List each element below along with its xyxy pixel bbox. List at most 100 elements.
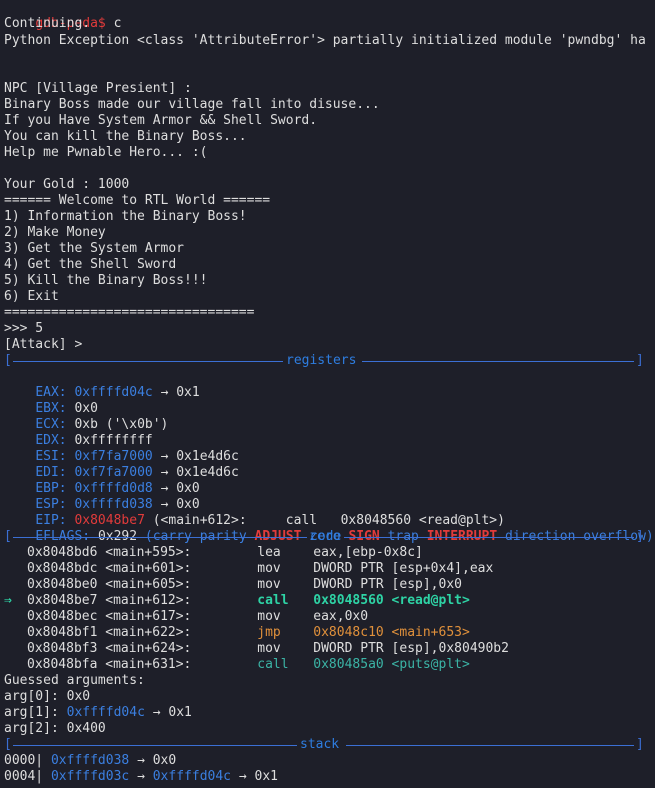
- register-eax: EAX: 0xffffd04c → 0x1: [4, 369, 199, 400]
- menu-item: 5) Kill the Binary Boss!!!: [4, 273, 208, 288]
- code-line: 0x8048be0 <main+605>: mov DWORD PTR [esp],…: [4, 577, 462, 593]
- stack-title: stack: [300, 737, 340, 752]
- stack-value: 0x0: [152, 753, 177, 768]
- arrow-icon: →: [160, 385, 169, 400]
- divider-rule: [362, 361, 634, 362]
- code-line: 0x8048bf1 <main+622>: jmp 0x8048c10 <main+…: [4, 625, 470, 641]
- instruction-operands: DWORD PTR [esp],0x80490b2: [313, 641, 509, 656]
- instruction-operands: DWORD PTR [esp+0x4],eax: [313, 561, 494, 576]
- stack-pointer-target: 0xffffd04c: [152, 769, 232, 784]
- stack-offset: 0004|: [4, 769, 44, 784]
- instruction-operands: 0x8048c10 <main+653>: [313, 625, 470, 640]
- gdb-prompt-line: gdb-peda$ c: [4, 0, 121, 31]
- status-line: Continuing.: [4, 16, 91, 31]
- argument-name: arg[1]:: [4, 705, 59, 720]
- arrow-icon: →: [137, 769, 145, 784]
- instruction-opcode: call: [257, 593, 289, 608]
- current-instruction: ⇒ 0x8048be7 <main+612>: call 0x8048560 <rea…: [4, 593, 470, 609]
- menu-item: 2) Make Money: [4, 225, 106, 240]
- instruction-operands: 0x80485a0 <puts@plt>: [313, 657, 470, 672]
- instruction-symbol: <main+631>:: [105, 657, 192, 672]
- menu-header: ====== Welcome to RTL World ======: [4, 193, 271, 208]
- stack-row: 0004| 0xffffd03c → 0xffffd04c → 0x1: [4, 769, 278, 785]
- code-line: 0x8048bdc <main+601>: mov DWORD PTR [esp+0…: [4, 561, 493, 577]
- stack-value: 0x1: [254, 769, 278, 784]
- code-divider: [ code ]: [4, 529, 644, 545]
- eflags-close: ): [645, 529, 654, 544]
- story-line: You can kill the Binary Boss...: [4, 129, 247, 144]
- story-line: If you Have System Armor && Shell Sword.: [4, 113, 318, 128]
- code-line: 0x8048bfa <main+631>: call 0x80485a0 <puts…: [4, 657, 470, 673]
- instruction-address: 0x8048bf3: [27, 641, 98, 656]
- npc-title: NPC [Village Presient] :: [4, 81, 192, 96]
- instruction-symbol: <main+617>:: [105, 609, 192, 624]
- stack-address: 0xffffd03c: [50, 769, 130, 784]
- menu-item: 4) Get the Shell Sword: [4, 257, 177, 272]
- code-line: 0x8048bec <main+617>: mov eax,0x0: [4, 609, 368, 625]
- story-line: Help me Pwnable Hero... :(: [4, 145, 208, 160]
- instruction-address: 0x8048be0: [27, 577, 98, 592]
- divider-rule: [346, 745, 634, 746]
- divider-bracket: [: [4, 529, 12, 544]
- instruction-operands: eax,0x0: [313, 609, 369, 624]
- instruction-symbol: <main+595>:: [105, 545, 192, 560]
- instruction-opcode: mov: [257, 561, 281, 576]
- divider-rule: [13, 537, 307, 538]
- register-esp: ESP: 0xffffd038 → 0x0: [4, 481, 199, 512]
- instruction-address: 0x8048bdc: [27, 561, 98, 576]
- divider-rule: [344, 537, 634, 538]
- code-line: 0x8048bd6 <main+595>: lea eax,[ebp-0x8c]: [4, 545, 423, 561]
- code-title: code: [310, 529, 342, 544]
- user-input-line: >>> 5: [4, 321, 44, 336]
- register-ebp: EBP: 0xffffd0d8 → 0x0: [4, 465, 199, 496]
- argument-name: arg[2]:: [4, 721, 59, 736]
- instruction-operands: 0x8048560 <read@plt>: [313, 593, 470, 608]
- instruction-opcode: call: [257, 657, 289, 672]
- instruction-opcode: mov: [257, 577, 281, 592]
- register-eflags: EFLAGS: 0x292 (carry parity ADJUST zero …: [4, 513, 653, 544]
- divider-bracket: ]: [636, 737, 644, 752]
- arrow-icon: →: [137, 753, 145, 768]
- register-edx: EDX: 0xffffffff: [4, 417, 152, 448]
- instruction-address: 0x8048bd6: [27, 545, 98, 560]
- guessed-argument: arg[1]: 0xffffd04c → 0x1: [4, 705, 192, 721]
- menu-item: 6) Exit: [4, 289, 59, 304]
- divider-bracket: [: [4, 737, 12, 752]
- registers-divider: [ registers ]: [4, 353, 644, 369]
- gold-line: Your Gold : 1000: [4, 177, 130, 192]
- divider-bracket: [: [4, 353, 12, 368]
- instruction-operands: eax,[ebp-0x8c]: [313, 545, 423, 560]
- arrow-icon: →: [238, 769, 247, 784]
- register-eip: EIP: 0x8048be7 (<main+612>: call 0x80485…: [4, 497, 505, 528]
- story-line: Binary Boss made our village fall into d…: [4, 97, 380, 112]
- register-ecx: ECX: 0xb ('\x0b'): [4, 401, 168, 432]
- guessed-title: Guessed arguments:: [4, 673, 145, 688]
- argument-value: 0x0: [66, 689, 91, 704]
- instruction-address: 0x8048bec: [27, 609, 98, 624]
- instruction-opcode: mov: [257, 641, 281, 656]
- stack-divider: [ stack ]: [4, 737, 644, 753]
- instruction-symbol: <main+622>:: [105, 625, 192, 640]
- menu-footer: ================================: [4, 305, 255, 320]
- instruction-address: 0x8048be7: [27, 593, 98, 608]
- exception-line: Python Exception <class 'AttributeError'…: [4, 33, 646, 48]
- register-ebx: EBX: 0x0: [4, 385, 98, 416]
- gdb-command: c: [113, 16, 122, 31]
- guessed-argument: arg[0]: 0x0: [4, 689, 90, 705]
- current-instruction-arrow-icon: ⇒: [4, 593, 12, 608]
- instruction-address: 0x8048bf1: [27, 625, 98, 640]
- instruction-symbol: <main+601>:: [105, 561, 192, 576]
- instruction-address: 0x8048bfa: [27, 657, 98, 672]
- argument-address: 0xffffd04c: [66, 705, 145, 720]
- terminal-window[interactable]: gdb-peda$ c Continuing. Python Exception…: [0, 0, 655, 788]
- divider-bracket: ]: [636, 353, 644, 368]
- argument-value: 0x400: [66, 721, 106, 736]
- attack-prompt[interactable]: [Attack] >: [4, 337, 82, 353]
- instruction-opcode: jmp: [257, 625, 281, 640]
- divider-bracket: ]: [636, 529, 644, 544]
- menu-item: 3) Get the System Armor: [4, 241, 185, 256]
- guessed-argument: arg[2]: 0x400: [4, 721, 106, 737]
- instruction-opcode: lea: [257, 545, 281, 560]
- register-edi: EDI: 0xf7fa7000 → 0x1e4d6c: [4, 449, 239, 480]
- arrow-icon: →: [152, 705, 161, 720]
